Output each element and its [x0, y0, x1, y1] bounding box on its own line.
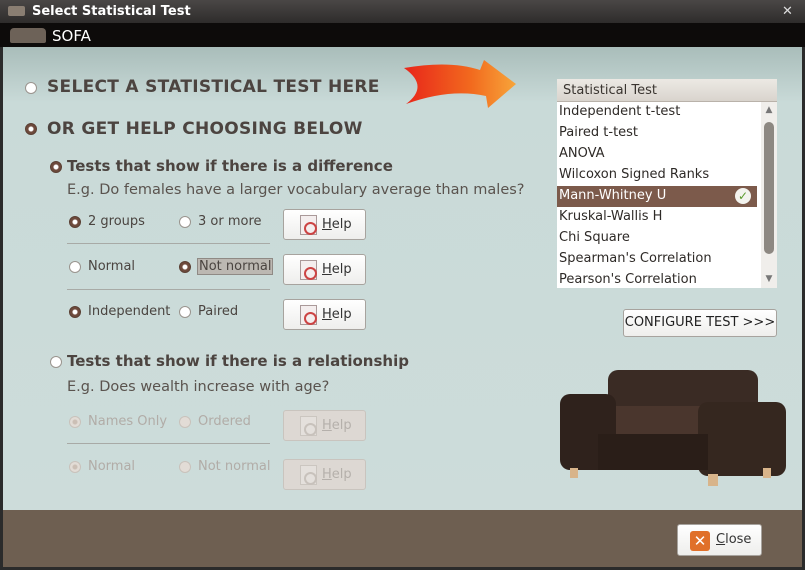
scroll-thumb[interactable]: [764, 122, 774, 254]
app-name: SOFA: [52, 27, 91, 45]
close-x-icon: ✕: [690, 531, 710, 551]
normal-label[interactable]: Normal: [88, 259, 135, 274]
scroll-down-icon[interactable]: ▼: [763, 274, 775, 284]
list-item-label: Independent t-test: [559, 104, 681, 119]
list-item-label: Pearson's Correlation: [559, 272, 697, 287]
help-icon: [300, 260, 317, 280]
list-item[interactable]: Wilcoxon Signed Ranks: [557, 165, 757, 186]
not-normal-radio[interactable]: [179, 261, 191, 273]
list-item[interactable]: Chi Square: [557, 228, 757, 249]
list-scrollbar[interactable]: ▲ ▼: [761, 102, 777, 288]
ordered-radio[interactable]: [179, 416, 191, 428]
help-rel-normality-button[interactable]: Help: [283, 459, 366, 490]
rel-not-normal-radio[interactable]: [179, 461, 191, 473]
difference-radio[interactable]: [50, 161, 62, 173]
help-icon: [300, 305, 317, 325]
relationship-example: E.g. Does wealth increase with age?: [67, 379, 330, 395]
list-item[interactable]: Pearson's Correlation: [557, 270, 757, 288]
help-icon: [300, 465, 317, 485]
test-list[interactable]: Independent t-test Paired t-test ANOVA Wilc…: [557, 102, 777, 288]
title-bar: Select Statistical Test ✕: [0, 0, 805, 23]
divider: [67, 289, 270, 290]
help-icon: [300, 215, 317, 235]
help-label: Help: [322, 418, 352, 433]
window-title: Select Statistical Test: [32, 4, 191, 19]
three-or-more-label[interactable]: 3 or more: [198, 214, 262, 229]
window-close-icon[interactable]: ✕: [779, 3, 796, 20]
help-label: Help: [322, 217, 352, 232]
independent-label[interactable]: Independent: [88, 304, 170, 319]
list-item[interactable]: Spearman's Correlation: [557, 249, 757, 270]
list-item[interactable]: ANOVA: [557, 144, 757, 165]
list-item[interactable]: Paired t-test: [557, 123, 757, 144]
configure-test-button[interactable]: CONFIGURE TEST >>>: [623, 309, 777, 337]
help-label: Help: [322, 467, 352, 482]
paired-label[interactable]: Paired: [198, 304, 238, 319]
relationship-radio[interactable]: [50, 356, 62, 368]
list-item-label: Chi Square: [559, 230, 630, 245]
list-item-label: Paired t-test: [559, 125, 639, 140]
list-item-label: Spearman's Correlation: [559, 251, 712, 266]
list-item-label: Kruskal-Wallis H: [559, 209, 663, 224]
scroll-up-icon[interactable]: ▲: [763, 105, 775, 115]
names-only-radio[interactable]: [69, 416, 81, 428]
difference-label[interactable]: Tests that show if there is a difference: [67, 157, 393, 175]
help-choose-label[interactable]: OR GET HELP CHOOSING BELOW: [47, 119, 363, 139]
two-groups-label[interactable]: 2 groups: [88, 214, 145, 229]
help-normality-button[interactable]: Help: [283, 254, 366, 285]
list-item-label: ANOVA: [559, 146, 605, 161]
list-item[interactable]: Kruskal-Wallis H: [557, 207, 757, 228]
sofa-image: [560, 370, 786, 486]
ordered-label: Ordered: [198, 414, 251, 429]
app-icon: [8, 6, 25, 16]
help-groups-button[interactable]: Help: [283, 209, 366, 240]
rel-not-normal-label: Not normal: [198, 459, 271, 474]
help-label: Help: [322, 262, 352, 277]
help-label: Help: [322, 307, 352, 322]
help-data-type-button[interactable]: Help: [283, 410, 366, 441]
list-item-label: Wilcoxon Signed Ranks: [559, 167, 710, 182]
help-independence-button[interactable]: Help: [283, 299, 366, 330]
select-test-label[interactable]: SELECT A STATISTICAL TEST HERE: [47, 77, 380, 97]
close-button[interactable]: ✕ Close: [677, 524, 762, 556]
paired-radio[interactable]: [179, 306, 191, 318]
rel-normal-label: Normal: [88, 459, 136, 474]
three-or-more-radio[interactable]: [179, 216, 191, 228]
list-item[interactable]: Independent t-test: [557, 102, 757, 123]
sofa-banner: SOFA: [0, 23, 805, 47]
list-header[interactable]: Statistical Test: [557, 79, 777, 102]
two-groups-radio[interactable]: [69, 216, 81, 228]
rel-normal-radio[interactable]: [69, 461, 81, 473]
normal-radio[interactable]: [69, 261, 81, 273]
close-label: Close: [716, 532, 752, 547]
select-test-radio[interactable]: [25, 82, 37, 94]
relationship-label[interactable]: Tests that show if there is a relationsh…: [67, 352, 409, 370]
arrow-icon: [404, 60, 516, 108]
help-icon: [300, 416, 317, 436]
not-normal-label[interactable]: Not normal: [197, 258, 274, 275]
independent-radio[interactable]: [69, 306, 81, 318]
sofa-logo-icon: [10, 28, 46, 43]
help-choose-radio[interactable]: [25, 123, 37, 135]
names-only-label: Names Only: [88, 414, 168, 429]
list-item-label: Mann-Whitney U: [559, 188, 667, 203]
list-item[interactable]: Mann-Whitney U ✓: [557, 186, 757, 207]
divider: [67, 443, 270, 444]
divider: [67, 243, 270, 244]
check-icon: ✓: [735, 188, 751, 204]
difference-example: E.g. Do females have a larger vocabulary…: [67, 182, 525, 198]
